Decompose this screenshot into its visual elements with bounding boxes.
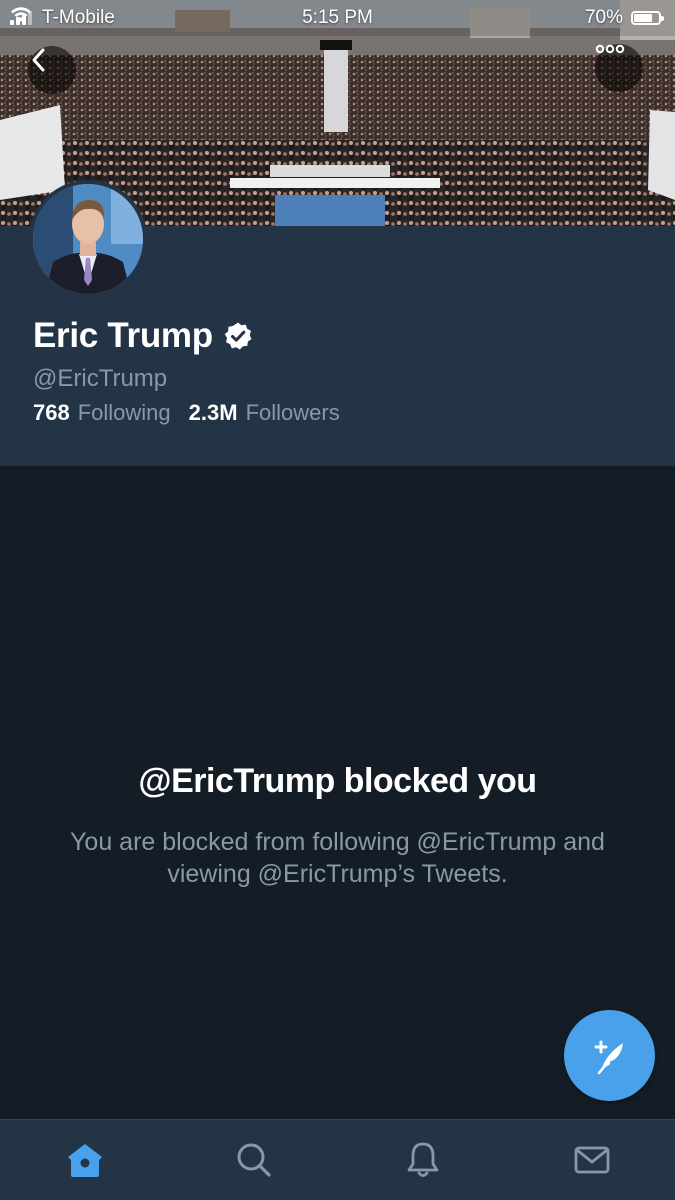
profile-avatar[interactable] — [29, 180, 147, 298]
back-button[interactable] — [28, 46, 76, 94]
display-name: Eric Trump — [33, 316, 213, 355]
compose-tweet-icon — [594, 1040, 623, 1074]
compose-tweet-button[interactable] — [564, 1010, 655, 1101]
blocked-title: @EricTrump blocked you — [138, 762, 537, 800]
blocked-description: You are blocked from following @EricTrum… — [70, 828, 605, 888]
followers-count: 2.3M — [188, 400, 238, 425]
home-icon — [67, 1144, 102, 1177]
status-bar: T-Mobile 5:15 PM 70% — [0, 0, 675, 36]
battery-icon — [631, 11, 664, 25]
following-stat[interactable]: 768 Following — [33, 400, 171, 426]
tab-search[interactable] — [169, 1120, 338, 1200]
following-label: Following — [77, 400, 171, 425]
more-horizontal-icon — [595, 44, 625, 54]
bell-icon — [407, 1142, 438, 1177]
mail-icon — [574, 1146, 609, 1174]
status-time: 5:15 PM — [302, 7, 373, 28]
tab-home[interactable] — [0, 1120, 169, 1200]
verified-badge-icon — [223, 321, 253, 351]
profile-handle: @EricTrump — [33, 365, 168, 392]
tab-notifications[interactable] — [338, 1120, 507, 1200]
battery-percentage: 70% — [584, 7, 623, 28]
followers-label: Followers — [245, 400, 340, 425]
name-row: Eric Trump — [33, 316, 253, 356]
search-icon — [237, 1143, 271, 1177]
tab-messages[interactable] — [507, 1120, 675, 1200]
bottom-tab-bar — [0, 1119, 675, 1200]
followers-stat[interactable]: 2.3M Followers — [189, 400, 340, 426]
follow-stats: 768 Following 2.3M Followers — [33, 400, 358, 426]
following-count: 768 — [33, 400, 70, 425]
profile-screen: T-Mobile 5:15 PM 70% Eric Trump @EricTru… — [0, 0, 675, 1200]
blocked-message-area: @EricTrump blocked you You are blocked f… — [0, 466, 675, 1119]
avatar-image — [33, 184, 143, 294]
chevron-left-icon — [32, 48, 45, 72]
more-options-button[interactable] — [595, 44, 643, 92]
